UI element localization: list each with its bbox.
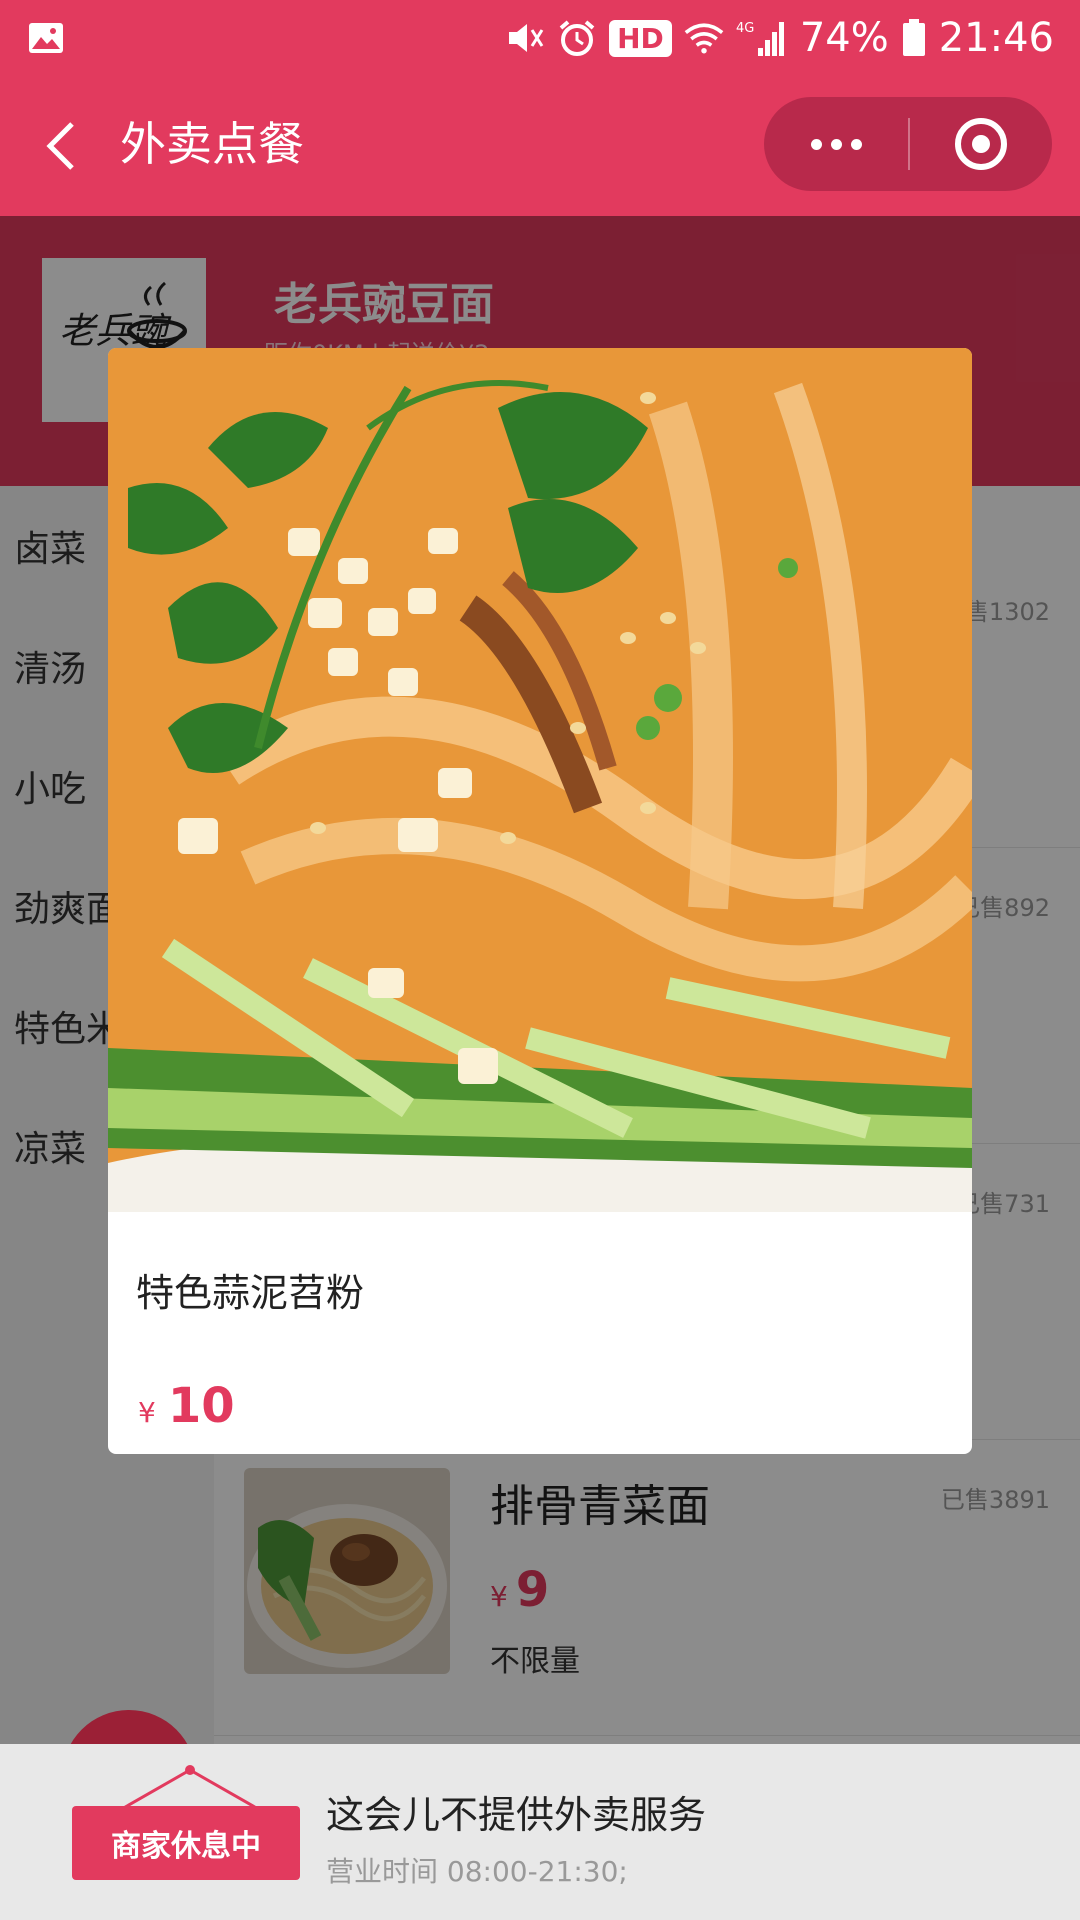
dish-detail-photo	[108, 348, 972, 1212]
dish-detail-popup: 特色蒜泥苕粉 ¥10	[108, 348, 972, 1454]
business-hours: 营业时间 08:00-21:30;	[326, 1855, 628, 1888]
shop-closed-sign: 商家休息中	[72, 1806, 300, 1880]
back-arrow-icon[interactable]	[38, 116, 88, 176]
closed-title: 这会儿不提供外卖服务	[326, 1793, 707, 1837]
page-title: 外卖点餐	[120, 117, 304, 171]
signal-icon: 4G	[736, 18, 788, 58]
battery-icon	[901, 18, 927, 58]
page: HD 4G 74% 21:46 外卖点餐 老兵豌 老兵豌豆面 卤菜 清汤 小吃 …	[0, 0, 1080, 1920]
hd-badge: HD	[609, 19, 672, 57]
clock: 21:46	[938, 15, 1054, 61]
currency-symbol: ¥	[138, 1396, 156, 1429]
status-bar: HD 4G 74% 21:46	[0, 0, 1080, 76]
title-bar: 外卖点餐	[0, 76, 1080, 216]
network-label: 4G	[736, 21, 754, 36]
shop-closed-bar: 商家休息中 这会儿不提供外卖服务 营业时间 08:00-21:30;	[0, 1744, 1080, 1920]
mini-program-capsule	[764, 97, 1052, 191]
image-icon	[26, 18, 66, 58]
popup-dish-price: ¥10	[138, 1378, 235, 1434]
battery-percent: 74%	[799, 15, 889, 61]
target-close-icon	[955, 118, 1007, 170]
alarm-icon	[557, 18, 597, 58]
more-button[interactable]	[764, 97, 908, 191]
mute-icon	[505, 18, 545, 58]
wifi-icon	[684, 18, 724, 58]
more-dot-icon	[850, 138, 862, 150]
close-button[interactable]	[910, 97, 1052, 191]
price-value: 10	[167, 1378, 235, 1434]
popup-dish-name: 特色蒜泥苕粉	[136, 1271, 365, 1315]
more-dot-icon	[830, 138, 842, 150]
more-dot-icon	[810, 138, 822, 150]
